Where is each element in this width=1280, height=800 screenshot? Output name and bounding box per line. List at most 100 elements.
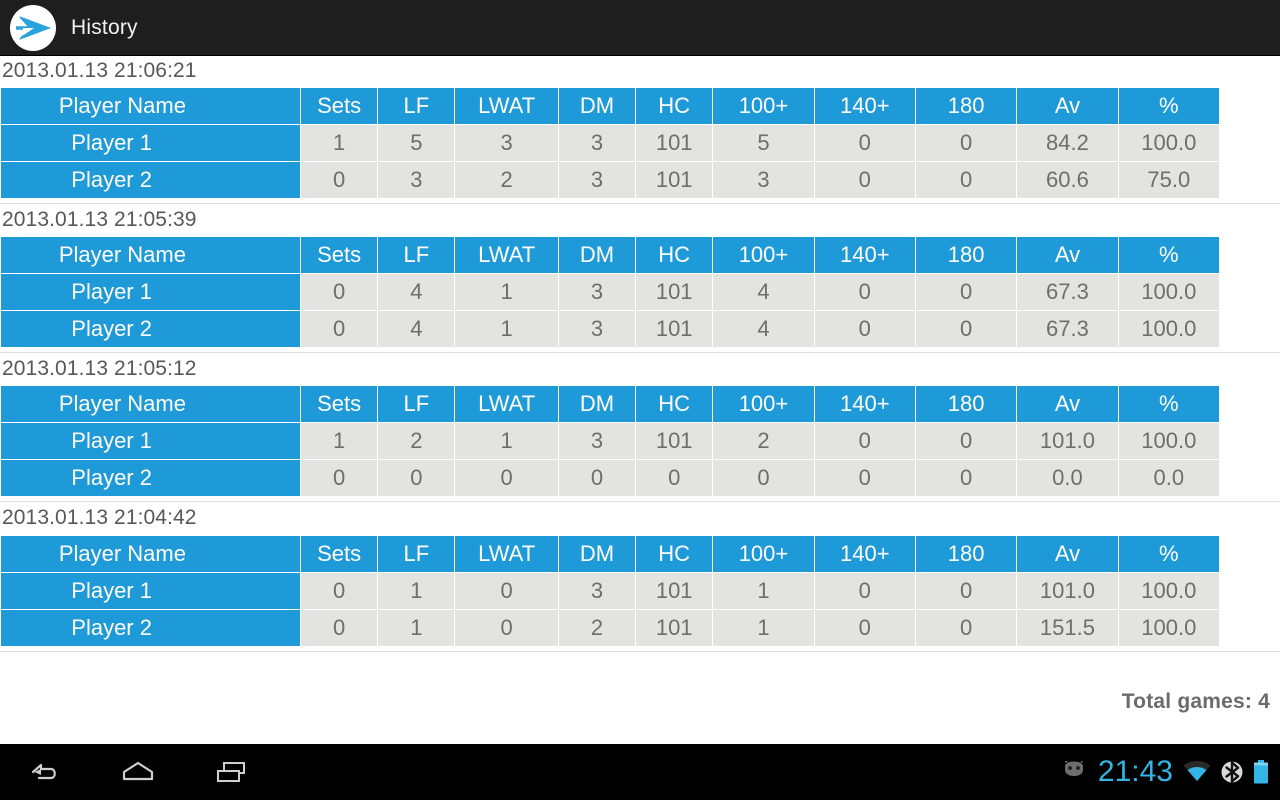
player-name-cell: Player 1 [1,423,300,460]
stat-cell: 2 [378,423,455,460]
stat-cell: 1 [713,609,814,646]
stat-cell: 0 [814,572,915,609]
player-name-cell: Player 2 [1,311,300,348]
game-block[interactable]: 2013.01.13 21:04:42 Player Name Sets LF LWAT… [0,503,1280,646]
table-row[interactable]: Player 2 0 3 2 3 101 3 0 0 60.6 75.0 [1,162,1219,199]
column-header: 180 [915,386,1017,423]
column-header: 140+ [814,88,915,125]
stat-cell: 1 [455,311,558,348]
column-header: Player Name [1,386,300,423]
player-name-cell: Player 2 [1,460,300,497]
table-row[interactable]: Player 1 1 2 1 3 101 2 0 0 101.0 100.0 [1,423,1219,460]
column-header: DM [558,386,636,423]
column-header: % [1118,386,1219,423]
column-header: Sets [300,88,378,125]
stat-cell: 3 [713,162,814,199]
score-table: Player Name Sets LF LWAT DM HC 100+ 140+ 180 Av% P… [0,236,1220,348]
column-header: 180 [915,535,1017,572]
column-header: DM [558,535,636,572]
game-block[interactable]: 2013.01.13 21:05:12 Player Name Sets LF LWAT… [0,354,1280,497]
column-header: Av [1017,386,1118,423]
table-row[interactable]: Player 1 1 5 3 3 101 5 0 0 84.2 100.0 [1,125,1219,162]
stat-cell: 1 [713,572,814,609]
stat-cell: 0 [915,311,1017,348]
block-separator [0,501,1280,503]
stat-cell: 101.0 [1017,572,1118,609]
stat-cell: 0 [915,125,1017,162]
stat-cell: 101 [636,162,713,199]
player-name-cell: Player 2 [1,609,300,646]
stat-cell: 101 [636,609,713,646]
stat-cell: 101 [636,311,713,348]
score-table: Player Name Sets LF LWAT DM HC 100+ 140+ 180 Av% P… [0,87,1220,199]
game-date: 2013.01.13 21:05:39 [2,208,197,232]
score-table: Player Name Sets LF LWAT DM HC 100+ 140+ 180 Av% P… [0,385,1220,497]
stat-cell: 0 [814,311,915,348]
stat-cell: 0 [378,460,455,497]
column-header: HC [636,88,713,125]
stat-cell: 75.0 [1118,162,1219,199]
table-row[interactable]: Player 2 0 4 1 3 101 4 0 0 67.3 100.0 [1,311,1219,348]
back-arrow-icon[interactable] [22,755,66,789]
stat-cell: 1 [300,125,378,162]
column-header: LWAT [455,237,558,274]
stat-cell: 5 [378,125,455,162]
column-header: Sets [300,386,378,423]
battery-icon [1252,759,1270,785]
column-header: LF [378,237,455,274]
stat-cell: 67.3 [1017,311,1118,348]
game-date: 2013.01.13 21:06:21 [2,59,197,82]
column-header: % [1118,237,1219,274]
status-icons: 21:43 [1059,757,1280,787]
column-header: HC [636,386,713,423]
column-header: Player Name [1,88,300,125]
wifi-icon [1182,760,1212,784]
player-name-cell: Player 1 [1,572,300,609]
stat-cell: 4 [713,274,814,311]
game-block[interactable]: 2013.01.13 21:06:21 Player Name Sets LF LWAT… [0,56,1280,199]
column-header: DM [558,237,636,274]
home-icon[interactable] [116,755,160,789]
table-row[interactable]: Player 2 0 1 0 2 101 1 0 0 151.5 100.0 [1,609,1219,646]
stat-cell: 0 [915,162,1017,199]
table-row[interactable]: Player 1 0 4 1 3 101 4 0 0 67.3 100.0 [1,274,1219,311]
game-block[interactable]: 2013.01.13 21:05:39 Player Name Sets LF LWAT… [0,205,1280,348]
stat-cell: 101 [636,125,713,162]
stat-cell: 100.0 [1118,274,1219,311]
column-header: LF [378,535,455,572]
stat-cell: 0 [300,609,378,646]
stat-cell: 0 [636,460,713,497]
stat-cell: 101 [636,274,713,311]
column-header: 100+ [713,237,814,274]
column-header: Av [1017,535,1118,572]
history-list[interactable]: 2013.01.13 21:06:21 Player Name Sets LF LWAT… [0,56,1280,744]
column-header: 100+ [713,386,814,423]
stat-cell: 2 [713,423,814,460]
block-separator [0,203,1280,205]
stat-cell: 1 [378,609,455,646]
column-header: Player Name [1,237,300,274]
recent-apps-icon[interactable] [210,755,254,789]
dart-arrow-logo-icon [10,4,56,51]
stat-cell: 101 [636,572,713,609]
stat-cell: 0 [300,162,378,199]
block-separator [0,352,1280,354]
player-name-cell: Player 1 [1,274,300,311]
column-header: LWAT [455,88,558,125]
table-row[interactable]: Player 2 0 0 0 0 0 0 0 0 0.0 0.0 [1,460,1219,497]
status-clock: 21:43 [1097,755,1173,788]
stat-cell: 0 [814,460,915,497]
history-screen: History 2013.01.13 21:06:21 Player Name Se… [0,0,1280,800]
block-separator [0,650,1280,652]
stat-cell: 0 [300,460,378,497]
stat-cell: 3 [558,274,636,311]
column-header: % [1118,535,1219,572]
system-navigation-bar: 21:43 [0,744,1280,800]
table-row[interactable]: Player 1 0 1 0 3 101 1 0 0 101.0 100.0 [1,572,1219,609]
android-robot-icon[interactable] [1059,761,1089,783]
stat-cell: 0.0 [1118,460,1219,497]
stat-cell: 3 [455,125,558,162]
column-header: LF [378,88,455,125]
action-bar: History [0,0,1280,56]
player-name-cell: Player 2 [1,162,300,199]
